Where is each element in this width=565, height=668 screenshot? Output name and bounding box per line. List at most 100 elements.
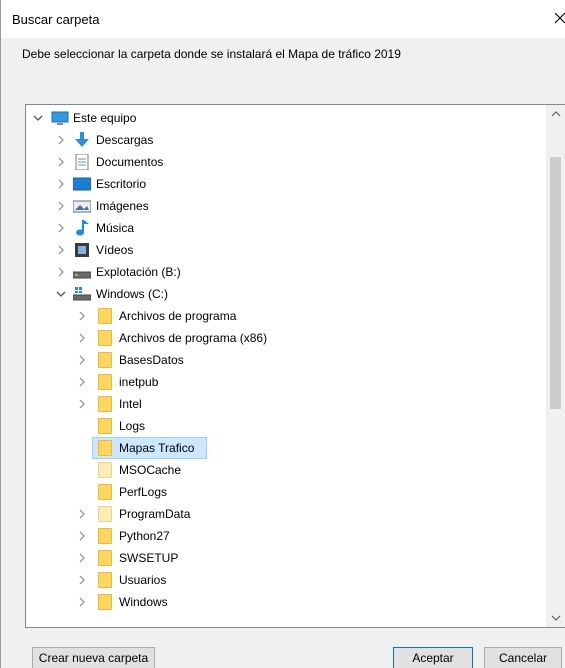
- tree-item-este-equipo[interactable]: Este equipo: [26, 107, 544, 129]
- folder-icon: [98, 440, 112, 456]
- download-arrow-icon: [73, 132, 91, 148]
- tree-item-label: Música: [96, 221, 135, 235]
- tree-item-basesdatos[interactable]: BasesDatos: [26, 349, 544, 371]
- drive-icon: [72, 264, 92, 280]
- chevron-right-icon[interactable]: [76, 573, 88, 587]
- tree-item-label: Explotación (B:): [96, 265, 181, 279]
- tree-item-perflogs[interactable]: PerfLogs: [26, 481, 544, 503]
- folder-icon: [98, 462, 112, 478]
- tree-item-windows-drive[interactable]: Windows (C:): [26, 283, 544, 305]
- chevron-right-icon[interactable]: [55, 133, 67, 147]
- desktop-icon: [72, 176, 92, 192]
- folder-icon: [98, 374, 112, 390]
- film-icon: [73, 242, 91, 258]
- chevron-right-icon[interactable]: [55, 199, 67, 213]
- chevron-right-icon[interactable]: [55, 155, 67, 169]
- chevron-right-icon[interactable]: [76, 331, 88, 345]
- tree-item-swsetup[interactable]: SWSETUP: [26, 547, 544, 569]
- tree-item-windows[interactable]: Windows: [26, 591, 544, 613]
- tree-item-label: Este equipo: [73, 111, 137, 125]
- tree-item-logs[interactable]: Logs: [26, 415, 544, 437]
- tree-item-python27[interactable]: Python27: [26, 525, 544, 547]
- tree-item-programdata[interactable]: ProgramData: [26, 503, 544, 525]
- tree-item-label: BasesDatos: [119, 353, 184, 367]
- tree-item-label: SWSETUP: [119, 551, 179, 565]
- tree-item-archivos-de-programa[interactable]: Archivos de programa: [26, 305, 544, 327]
- tree-item-label: Documentos: [96, 155, 164, 169]
- tree-item-msocache[interactable]: MSOCache: [26, 459, 544, 481]
- folder-icon: [98, 572, 112, 588]
- folder-icon: [98, 506, 112, 522]
- tree-item-mapas-trafico[interactable]: Mapas Trafico: [26, 437, 544, 459]
- tree-item-label: Escritorio: [96, 177, 147, 191]
- music-note-icon: [73, 220, 91, 236]
- tree-item-intel[interactable]: Intel: [26, 393, 544, 415]
- folder-icon: [98, 528, 112, 544]
- chevron-right-icon[interactable]: [76, 375, 88, 389]
- folder-icon: [98, 484, 112, 500]
- tree-item-label: Python27: [119, 529, 170, 543]
- folder-tree[interactable]: Este equipo Descargas Documentos Escrito…: [25, 104, 565, 628]
- tree-item-videos[interactable]: Vídeos: [26, 239, 544, 261]
- folder-icon: [98, 396, 112, 412]
- tree-item-label: Mapas Trafico: [119, 441, 195, 455]
- folder-icon: [98, 550, 112, 566]
- vertical-scrollbar[interactable]: [546, 105, 565, 627]
- chevron-right-icon[interactable]: [76, 397, 88, 411]
- tree-item-label: Archivos de programa (x86): [119, 331, 268, 345]
- tree-item-label: Windows: [119, 595, 168, 609]
- tree-item-label: Logs: [119, 419, 146, 433]
- dialog-description: Debe seleccionar la carpeta donde se ins…: [22, 47, 401, 61]
- tree-item-label: ProgramData: [119, 507, 191, 521]
- chevron-right-icon[interactable]: [76, 595, 88, 609]
- tree-item-label: Imágenes: [96, 199, 149, 213]
- tree-item-imagenes[interactable]: Imágenes: [26, 195, 544, 217]
- tree-item-label: MSOCache: [119, 463, 182, 477]
- folder-icon: [98, 418, 112, 434]
- folder-icon: [98, 308, 112, 324]
- tree-item-label: Descargas: [96, 133, 154, 147]
- chevron-right-icon[interactable]: [76, 529, 88, 543]
- document-icon: [73, 153, 91, 171]
- tree-item-explotacion[interactable]: Explotación (B:): [26, 261, 544, 283]
- chevron-right-icon[interactable]: [76, 353, 88, 367]
- tree-item-label: Intel: [119, 397, 142, 411]
- pictures-icon: [72, 198, 92, 214]
- chevron-down-icon[interactable]: [55, 287, 67, 301]
- folder-icon: [98, 594, 112, 610]
- chevron-right-icon[interactable]: [55, 177, 67, 191]
- tree-item-label: Archivos de programa: [119, 309, 237, 323]
- folder-icon: [98, 330, 112, 346]
- tree-item-label: Usuarios: [119, 573, 167, 587]
- tree-item-descargas[interactable]: Descargas: [26, 129, 544, 151]
- dialog-title: Buscar carpeta: [12, 12, 100, 27]
- tree-item-archivos-de-programa-x86[interactable]: Archivos de programa (x86): [26, 327, 544, 349]
- tree-item-inetpub[interactable]: inetpub: [26, 371, 544, 393]
- new-folder-button[interactable]: Crear nueva carpeta: [32, 647, 155, 668]
- cancel-button[interactable]: Cancelar: [484, 647, 562, 668]
- windows-drive-icon: [72, 286, 92, 302]
- chevron-right-icon[interactable]: [55, 221, 67, 235]
- tree-item-label: PerfLogs: [119, 485, 168, 499]
- tree-item-escritorio[interactable]: Escritorio: [26, 173, 544, 195]
- close-icon[interactable]: [554, 8, 565, 28]
- browse-folder-dialog: Buscar carpeta Debe seleccionar la carpe…: [0, 0, 565, 668]
- tree-item-label: Vídeos: [96, 243, 134, 257]
- computer-icon: [51, 110, 69, 126]
- chevron-right-icon[interactable]: [76, 507, 88, 521]
- chevron-right-icon[interactable]: [76, 309, 88, 323]
- chevron-right-icon[interactable]: [55, 265, 67, 279]
- chevron-right-icon[interactable]: [76, 551, 88, 565]
- tree-item-musica[interactable]: Música: [26, 217, 544, 239]
- scroll-up-arrow-icon[interactable]: [546, 105, 565, 123]
- tree-item-documentos[interactable]: Documentos: [26, 151, 544, 173]
- scroll-down-arrow-icon[interactable]: [546, 609, 565, 627]
- tree-item-label: inetpub: [119, 375, 159, 389]
- chevron-right-icon[interactable]: [55, 243, 67, 257]
- tree-item-label: Windows (C:): [96, 287, 169, 301]
- ok-button[interactable]: Aceptar: [393, 647, 473, 668]
- title-bar: Buscar carpeta: [1, 0, 565, 38]
- chevron-down-icon[interactable]: [32, 111, 44, 125]
- scrollbar-thumb[interactable]: [550, 157, 561, 409]
- tree-item-usuarios[interactable]: Usuarios: [26, 569, 544, 591]
